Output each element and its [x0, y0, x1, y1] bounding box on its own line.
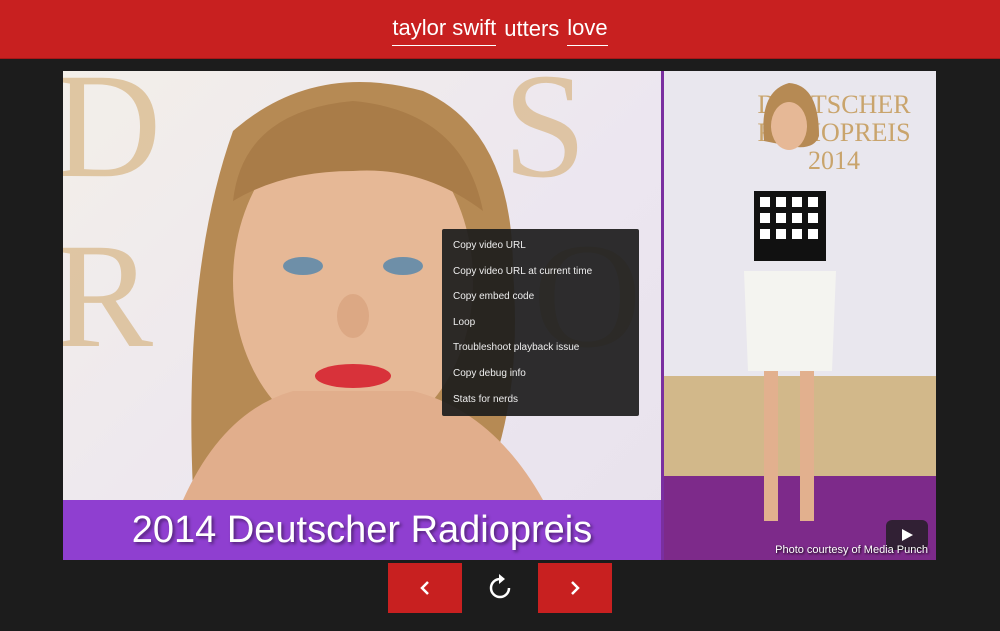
context-menu: Copy video URL Copy video URL at current…	[442, 229, 639, 416]
caption-text: 2014 Deutscher Radiopreis	[131, 508, 593, 551]
refresh-button[interactable]	[475, 563, 525, 613]
menu-item-loop[interactable]: Loop	[442, 310, 639, 336]
page-title: taylor swift utters love	[392, 12, 608, 46]
navigation-controls	[388, 563, 612, 613]
caption-banner: 2014 Deutscher Radiopreis	[63, 500, 661, 560]
title-word-utters: utters	[504, 16, 560, 41]
chevron-right-icon	[571, 581, 580, 595]
menu-item-copy-debug-info[interactable]: Copy debug info	[442, 361, 639, 387]
menu-item-copy-video-url-time[interactable]: Copy video URL at current time	[442, 259, 639, 285]
menu-item-copy-video-url[interactable]: Copy video URL	[442, 233, 639, 259]
menu-item-troubleshoot[interactable]: Troubleshoot playback issue	[442, 335, 639, 361]
refresh-icon	[489, 574, 511, 599]
video-player[interactable]: D S R O 2014 Deutscher Radiopreis DEUTSC…	[63, 71, 936, 560]
play-icon	[902, 529, 913, 541]
photo-credit: Photo courtesy of Media Punch	[775, 544, 928, 556]
next-button[interactable]	[538, 563, 612, 613]
chevron-left-icon	[420, 581, 429, 595]
full-body-illustration	[744, 83, 836, 521]
menu-item-stats-for-nerds[interactable]: Stats for nerds	[442, 387, 639, 413]
title-link-love[interactable]: love	[567, 15, 608, 46]
header-bar: taylor swift utters love	[0, 0, 1000, 59]
title-link-taylor-swift[interactable]: taylor swift	[392, 15, 497, 46]
previous-button[interactable]	[388, 563, 462, 613]
menu-item-copy-embed-code[interactable]: Copy embed code	[442, 284, 639, 310]
right-photo: DEUTSCHER RADIOPREIS 2014 Photo courtesy…	[664, 71, 936, 560]
